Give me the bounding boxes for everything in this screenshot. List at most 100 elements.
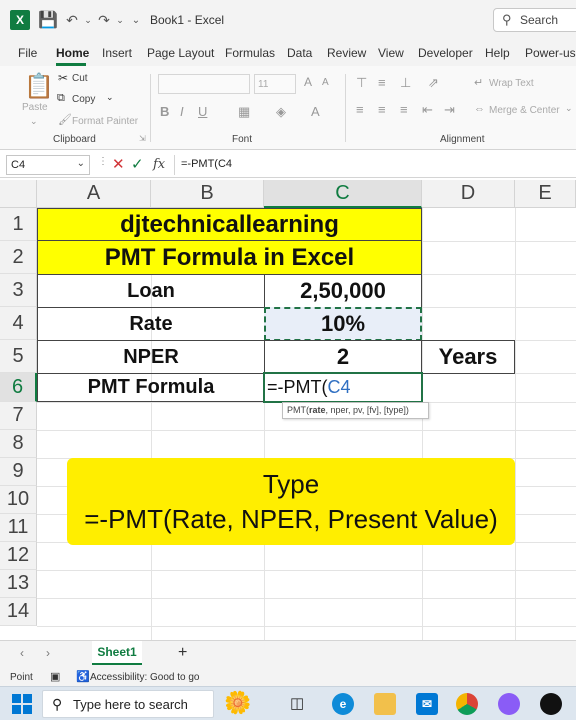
select-all-corner[interactable] (0, 180, 37, 208)
cell-a3-loan-label[interactable]: Loan (37, 274, 265, 308)
orientation-icon[interactable]: ⇗ (428, 75, 439, 91)
cell-c3-loan-value[interactable]: 2,50,000 (264, 274, 422, 308)
tab-developer[interactable]: Developer (418, 46, 473, 60)
paste-icon[interactable]: 📋 (24, 72, 54, 101)
format-painter-icon[interactable]: 🖌 (58, 113, 72, 126)
cell-a4-rate-label[interactable]: Rate (37, 307, 265, 341)
row-header-6[interactable]: 6 (0, 373, 37, 402)
mail-icon[interactable]: ✉ (416, 693, 438, 715)
merge-center-icon[interactable]: ⇔ (474, 103, 485, 115)
row-header-10[interactable]: 10 (0, 486, 37, 514)
align-top-icon[interactable]: ⊤ (356, 75, 367, 91)
column-header-e[interactable]: E (515, 180, 576, 208)
row-header-14[interactable]: 14 (0, 598, 37, 626)
task-view-icon[interactable]: ◫ (290, 694, 304, 712)
row-header-9[interactable]: 9 (0, 458, 37, 486)
tab-view[interactable]: View (378, 46, 404, 60)
font-name-select[interactable] (158, 74, 250, 94)
file-explorer-icon[interactable] (374, 693, 396, 715)
align-left-icon[interactable]: ≡ (356, 102, 364, 117)
macro-record-icon[interactable]: ▣ (50, 670, 60, 683)
row-header-12[interactable]: 12 (0, 542, 37, 570)
tab-insert[interactable]: Insert (102, 46, 132, 60)
font-color-icon[interactable]: A (311, 104, 320, 119)
row-header-3[interactable]: 3 (0, 274, 37, 307)
format-painter-button[interactable]: Format Painter (72, 116, 138, 127)
accessibility-status[interactable]: Accessibility: Good to go (90, 672, 200, 683)
decrease-indent-icon[interactable]: ⇤ (422, 102, 433, 118)
row-header-1[interactable]: 1 (0, 208, 37, 241)
column-header-d[interactable]: D (422, 180, 515, 208)
tab-review[interactable]: Review (327, 46, 366, 60)
name-box[interactable]: C4 ⌄ (6, 155, 90, 175)
cell-c5-nper-value[interactable]: 2 (264, 340, 422, 374)
insert-function-icon[interactable]: fx (153, 157, 165, 172)
row-header-7[interactable]: 7 (0, 402, 37, 430)
customize-toolbar-icon[interactable]: ⌄ (126, 10, 146, 30)
row-header-11[interactable]: 11 (0, 514, 37, 542)
save-icon[interactable]: 💾 (38, 10, 58, 30)
paste-dropdown-icon[interactable]: ⌄ (30, 116, 38, 127)
tab-page-layout[interactable]: Page Layout (147, 46, 214, 60)
tab-file[interactable]: File (18, 46, 37, 60)
paste-button[interactable]: Paste (22, 102, 48, 113)
clipboard-launcher-icon[interactable]: ⇲ (139, 134, 146, 143)
accessibility-icon[interactable]: ♿ (76, 670, 90, 683)
cut-button[interactable]: Cut (72, 73, 88, 84)
cell-a5-nper-label[interactable]: NPER (37, 340, 265, 374)
copy-icon[interactable]: ⧉ (57, 92, 65, 105)
column-header-c[interactable]: C (264, 180, 422, 208)
search-box[interactable]: ⚲ Search (493, 8, 576, 32)
row-header-4[interactable]: 4 (0, 307, 37, 340)
cell-d5-years[interactable]: Years (421, 340, 515, 374)
wrap-text-button[interactable]: Wrap Text (489, 78, 534, 89)
cell-a6-pmt-label[interactable]: PMT Formula (37, 373, 265, 402)
fill-color-icon[interactable]: ◈ (276, 104, 286, 120)
tab-formulas[interactable]: Formulas (225, 46, 275, 60)
cell-a2-subtitle[interactable]: PMT Formula in Excel (37, 240, 422, 275)
align-center-icon[interactable]: ≡ (378, 102, 386, 117)
align-right-icon[interactable]: ≡ (400, 102, 408, 117)
align-bottom-icon[interactable]: ⊥ (400, 75, 411, 91)
add-sheet-button[interactable]: + (178, 644, 187, 662)
bold-icon[interactable]: B (160, 104, 169, 119)
tab-help[interactable]: Help (485, 46, 510, 60)
taskbar-search[interactable]: ⚲ Type here to search (42, 690, 214, 718)
increase-indent-icon[interactable]: ⇥ (444, 102, 455, 118)
cell-c6-active-edit[interactable]: =-PMT(C4 (263, 372, 423, 403)
font-size-select[interactable]: 11 (254, 74, 296, 94)
windows-start-icon[interactable] (12, 694, 32, 714)
cancel-icon[interactable]: ✕ (112, 155, 125, 173)
merge-center-button[interactable]: Merge & Center (489, 105, 560, 116)
copy-button[interactable]: Copy (72, 94, 95, 105)
wrap-text-icon[interactable]: ↵ (474, 76, 483, 89)
align-middle-icon[interactable]: ≡ (378, 75, 386, 90)
column-header-b[interactable]: B (151, 180, 264, 208)
tab-home[interactable]: Home (56, 46, 89, 60)
decrease-font-icon[interactable]: A (322, 77, 329, 88)
function-tooltip[interactable]: PMT(rate, nper, pv, [fv], [type]) (282, 402, 429, 419)
row-header-2[interactable]: 2 (0, 241, 37, 274)
tab-data[interactable]: Data (287, 46, 312, 60)
cut-icon[interactable]: ✂ (58, 71, 68, 85)
row-header-8[interactable]: 8 (0, 430, 37, 458)
column-header-a[interactable]: A (37, 180, 151, 208)
copy-dropdown-icon[interactable]: ⌄ (106, 92, 114, 103)
flower-widget-icon[interactable]: 🌼 (224, 690, 251, 716)
prev-sheet-icon[interactable]: ‹ (20, 646, 24, 660)
italic-icon[interactable]: I (180, 104, 184, 119)
tab-power-user[interactable]: Power-use (525, 46, 576, 60)
chrome-icon[interactable] (456, 693, 478, 715)
increase-font-icon[interactable]: A (304, 75, 312, 89)
next-sheet-icon[interactable]: › (46, 646, 50, 660)
row-header-13[interactable]: 13 (0, 570, 37, 598)
name-box-dropdown-icon[interactable]: ⌄ (77, 158, 85, 169)
enter-icon[interactable]: ✓ (131, 155, 144, 173)
cell-a1-title[interactable]: djtechnicallearning (37, 208, 422, 241)
copilot-icon[interactable] (498, 693, 520, 715)
sheet-tab-sheet1[interactable]: Sheet1 (92, 641, 142, 665)
edge-icon[interactable]: e (332, 693, 354, 715)
formula-input[interactable]: =-PMT(C4 (174, 155, 576, 175)
borders-icon[interactable]: ▦ (238, 104, 250, 120)
obs-icon[interactable] (540, 693, 562, 715)
